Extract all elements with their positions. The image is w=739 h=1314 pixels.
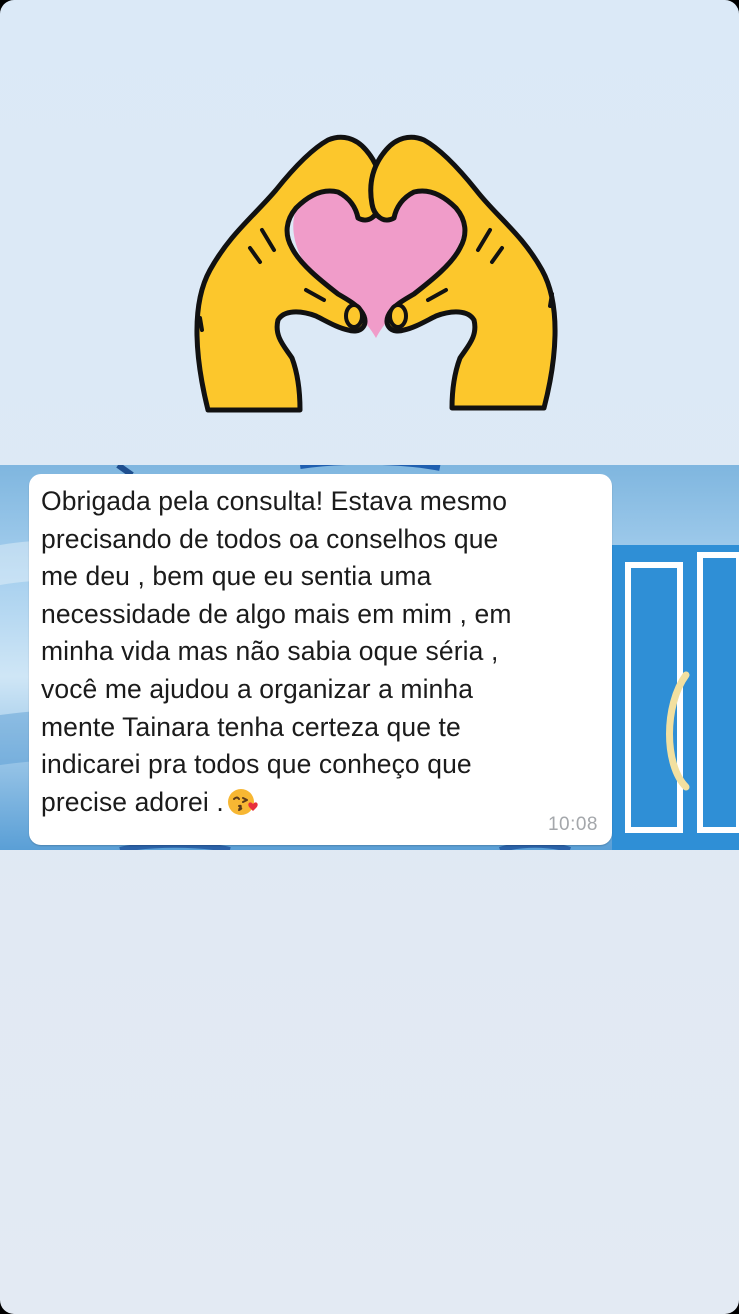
message-timestamp: 10:08 — [547, 814, 598, 835]
message-line: Obrigada pela consulta! Estava mesmo — [41, 486, 508, 516]
message-line: mente Tainara tenha certeza que te — [41, 711, 461, 742]
message-text: Obrigada pela consulta! Estava mesmo pre… — [41, 483, 600, 821]
message-line: necessidade de algo mais em mim , em — [41, 598, 512, 629]
heart-hands-icon — [194, 134, 558, 413]
message-line: você me ajudou a organizar a minha — [41, 673, 474, 704]
message-line: indicarei pra todos que conheço que — [41, 749, 472, 780]
message-line: precise adorei . — [41, 786, 224, 817]
message-line: me deu , bem que eu sentia uma — [41, 561, 432, 592]
message-line: precisando de todos oa conselhos que — [41, 523, 499, 554]
story-screen: Obrigada pela consulta! Estava mesmo pre… — [0, 0, 739, 1314]
message-line: minha vida mas não sabia oque séria , — [41, 636, 499, 667]
message-bubble: Obrigada pela consulta! Estava mesmo pre… — [29, 474, 612, 845]
kissing-heart-emoji — [227, 788, 258, 815]
